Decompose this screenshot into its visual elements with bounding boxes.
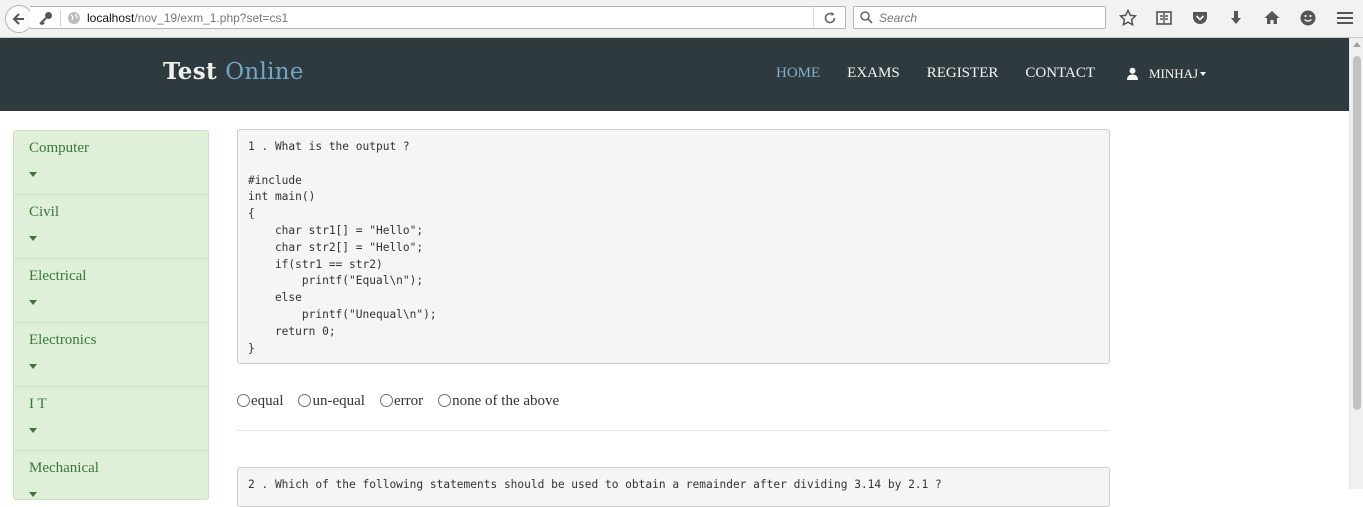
search-icon — [860, 11, 873, 24]
browser-toolbar: localhost/nov_19/exm_1.php?set=cs1 Searc… — [0, 0, 1363, 38]
scrollbar-thumb[interactable] — [1353, 56, 1361, 410]
sidebar-item-electronics[interactable]: Electronics — [14, 323, 208, 387]
url-host: localhost — [87, 10, 135, 25]
nav-link-register[interactable]: REGISTER — [927, 65, 999, 82]
caret-down-icon[interactable] — [29, 428, 37, 433]
download-icon — [1231, 11, 1241, 24]
page-scrollbar[interactable] — [1349, 38, 1363, 489]
option-error[interactable]: error — [379, 393, 424, 410]
search-placeholder: Search — [879, 10, 918, 25]
url-text[interactable]: localhost/nov_19/exm_1.php?set=cs1 — [81, 11, 288, 25]
caret-down-icon[interactable] — [29, 172, 37, 177]
radio-button[interactable] — [379, 394, 393, 407]
back-button[interactable] — [5, 5, 33, 33]
sidebar-item-it[interactable]: I T — [14, 387, 208, 451]
sidebar-item-label: Computer — [29, 140, 89, 156]
sidebar-item-civil[interactable]: Civil — [14, 195, 208, 259]
pocket-icon — [1193, 12, 1207, 24]
site-navbar: Test Online HOME EXAMS REGISTER CONTACT … — [0, 38, 1349, 111]
option-label: un-equal — [312, 393, 365, 409]
sidebar-item-label: Electronics — [29, 332, 97, 348]
scroll-up-arrow-icon[interactable] — [1353, 42, 1361, 47]
chevron-down-icon — [1200, 71, 1207, 76]
caret-down-icon[interactable] — [29, 364, 37, 369]
hamburger-menu-icon — [1337, 12, 1353, 24]
option-equal[interactable]: equal — [237, 393, 283, 410]
hello-button[interactable] — [1296, 7, 1320, 29]
option-label: equal — [251, 393, 284, 409]
option-label: none of the above — [452, 393, 560, 409]
radio-button[interactable] — [438, 394, 452, 407]
sidebar-item-label: Civil — [29, 204, 60, 220]
option-none-of-the-above[interactable]: none of the above — [438, 393, 559, 410]
back-arrow-icon — [12, 13, 24, 25]
star-icon — [1119, 9, 1137, 27]
home-button[interactable] — [1260, 7, 1284, 29]
question-code-block: 2 . Which of the following statements sh… — [237, 467, 1110, 507]
nav-link-exams[interactable]: EXAMS — [847, 65, 900, 82]
download-button[interactable] — [1224, 7, 1248, 29]
caret-down-icon[interactable] — [29, 236, 37, 241]
user-name: MINHAJ — [1149, 65, 1199, 81]
sidebar-item-computer[interactable]: Computer — [14, 131, 208, 195]
sidebar-item-label: Mechanical — [29, 460, 99, 476]
site-brand[interactable]: Test Online — [163, 58, 304, 85]
radio-button[interactable] — [298, 394, 312, 407]
option-un-equal[interactable]: un-equal — [298, 393, 365, 410]
question-divider — [237, 430, 1110, 431]
pocket-button[interactable] — [1188, 7, 1212, 29]
smiley-icon — [1300, 10, 1316, 26]
user-menu[interactable]: MINHAJ — [1126, 65, 1207, 82]
search-bar[interactable]: Search — [853, 6, 1106, 29]
caret-down-icon[interactable] — [29, 492, 37, 497]
brand-first-word: Test — [163, 58, 217, 85]
reload-icon — [824, 11, 835, 23]
key-icon[interactable] — [38, 10, 54, 26]
sidebar-item-mechanical[interactable]: Mechanical — [14, 451, 208, 499]
radio-button[interactable] — [237, 394, 250, 407]
home-icon — [1264, 11, 1280, 24]
browser-menu-button[interactable] — [1334, 7, 1356, 29]
question-code-block: 1 . What is the output ? #include int ma… — [237, 129, 1110, 364]
nav-link-contact[interactable]: CONTACT — [1025, 65, 1095, 82]
answer-options: equal un-equal error none of the above — [237, 393, 574, 410]
url-separator — [60, 9, 61, 26]
globe-icon[interactable] — [67, 11, 81, 25]
user-icon — [1127, 67, 1138, 80]
question-1-text: 1 . What is the output ? #include int ma… — [248, 140, 437, 355]
sidebar-item-label: I T — [29, 396, 47, 412]
brand-second-word: Online — [225, 59, 304, 85]
caret-down-icon[interactable] — [29, 300, 37, 305]
option-label: error — [393, 393, 424, 409]
reload-button[interactable] — [813, 7, 845, 28]
bookmark-star-button[interactable] — [1116, 7, 1140, 29]
nav-links: HOME EXAMS REGISTER CONTACT MINHAJ — [776, 65, 1207, 82]
url-bar[interactable]: localhost/nov_19/exm_1.php?set=cs1 — [30, 6, 846, 29]
reading-list-icon — [1156, 11, 1172, 25]
url-path: /nov_19/exm_1.php?set=cs1 — [134, 10, 289, 25]
category-sidebar: Computer Civil Electrical Electronics I … — [13, 130, 209, 500]
nav-link-home[interactable]: HOME — [776, 65, 820, 82]
reading-list-button[interactable] — [1152, 7, 1176, 29]
sidebar-item-label: Electrical — [29, 268, 87, 284]
sidebar-item-electrical[interactable]: Electrical — [14, 259, 208, 323]
question-2-text: 2 . Which of the following statements sh… — [248, 478, 942, 491]
